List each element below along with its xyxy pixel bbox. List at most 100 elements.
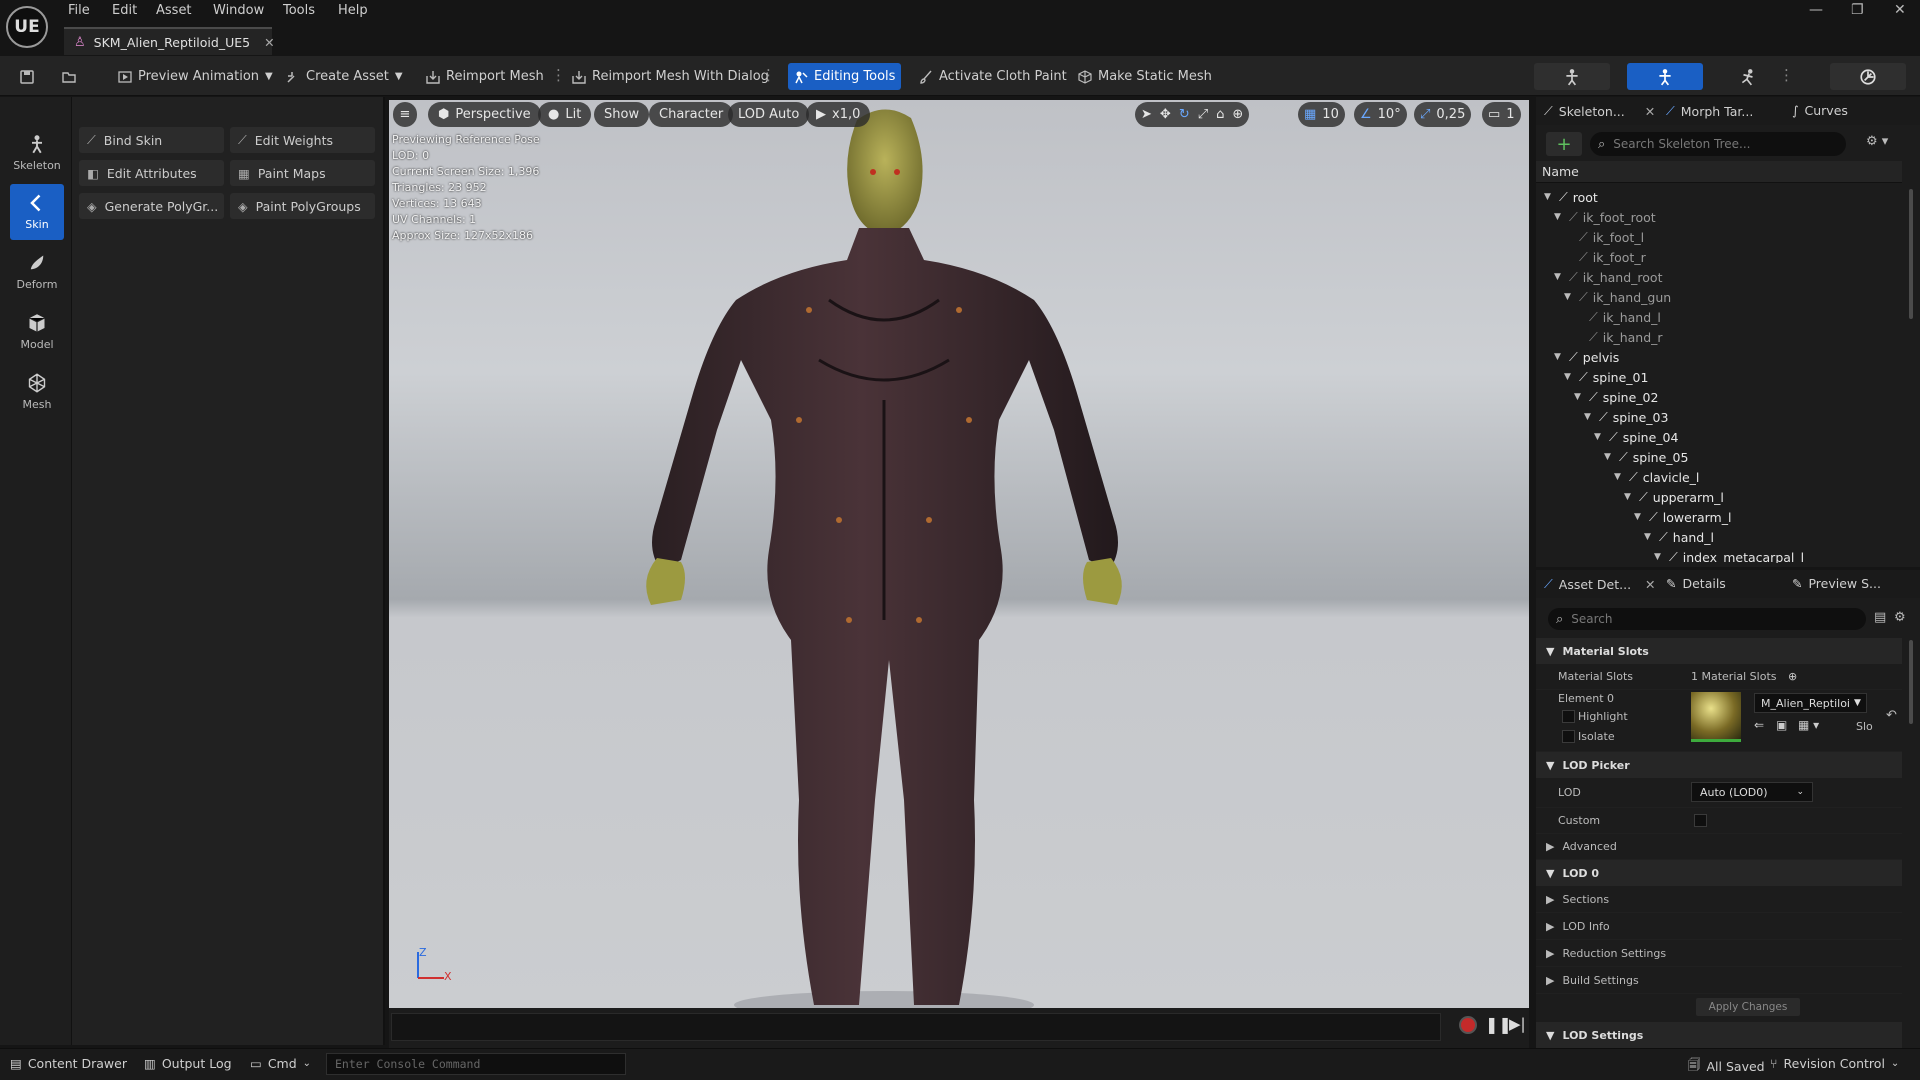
scale-icon[interactable]: ⤢: [1198, 107, 1208, 122]
tab-asset-details[interactable]: ⟋ Asset Det... ✕: [1544, 576, 1656, 592]
bone-row[interactable]: ▼ ⟋ ik_foot_root: [1536, 207, 1902, 227]
expand-arrow-icon[interactable]: ▼: [1564, 292, 1574, 302]
bone-row[interactable]: ▼ ⟋ ik_hand_root: [1536, 267, 1902, 287]
bone-row[interactable]: ⟋ ik_hand_l: [1536, 307, 1902, 327]
bone-row[interactable]: ⟋ ik_foot_l: [1536, 227, 1902, 247]
surface-snap-icon[interactable]: ⌂: [1216, 107, 1224, 122]
restore-icon[interactable]: ❐: [1851, 2, 1864, 18]
minimize-icon[interactable]: —: [1809, 2, 1823, 18]
scale-snap-button[interactable]: ⤢ 0,25: [1414, 102, 1472, 127]
close-tab-icon[interactable]: ✕: [1645, 104, 1655, 119]
table-view-icon[interactable]: ▤: [1874, 610, 1886, 625]
tab-preview-settings[interactable]: ✎ Preview S...: [1792, 576, 1881, 591]
animation-mode-button[interactable]: [1718, 63, 1778, 90]
isolate-checkbox[interactable]: [1562, 730, 1575, 743]
material-options-icon[interactable]: ▦ ▾: [1798, 718, 1819, 732]
reimport-options-icon[interactable]: ⋮: [551, 66, 566, 84]
bone-row[interactable]: ▼ ⟋ pelvis: [1536, 347, 1902, 367]
bind-skin-tool[interactable]: ⟋ Bind Skin: [79, 127, 224, 153]
expand-arrow-icon[interactable]: ▼: [1554, 352, 1564, 362]
browse-asset-icon[interactable]: ▣: [1776, 718, 1787, 732]
all-saved-button[interactable]: 🗐 All Saved: [1688, 1056, 1765, 1077]
section-lod-settings[interactable]: ▼ LOD Settings: [1536, 1022, 1902, 1048]
edit-attributes-tool[interactable]: ◧ Edit Attributes: [79, 160, 224, 186]
paint-polygroups-tool[interactable]: ◈ Paint PolyGroups: [230, 193, 375, 219]
menu-window[interactable]: Window: [213, 3, 264, 18]
highlight-checkbox[interactable]: [1562, 710, 1575, 723]
bone-row[interactable]: ⟋ ik_foot_r: [1536, 247, 1902, 267]
use-selected-icon[interactable]: ⇐: [1754, 718, 1764, 732]
lit-button[interactable]: ● Lit: [538, 102, 592, 127]
bone-row[interactable]: ▼ ⟋ spine_03: [1536, 407, 1902, 427]
tab-curves[interactable]: ∫ Curves: [1792, 103, 1848, 118]
paint-maps-tool[interactable]: ▦ Paint Maps: [230, 160, 375, 186]
section-material-slots[interactable]: ▼ Material Slots: [1536, 638, 1902, 664]
generate-polygroups-tool[interactable]: ◈ Generate PolyGr...: [79, 193, 224, 219]
expand-arrow-icon[interactable]: ▼: [1644, 532, 1654, 542]
add-slot-icon[interactable]: ⊕: [1788, 670, 1797, 683]
translate-icon[interactable]: ✥: [1160, 107, 1171, 122]
select-arrow-icon[interactable]: ➤: [1141, 107, 1152, 122]
settings-gear-icon[interactable]: ⚙: [1894, 610, 1906, 625]
expand-arrow-icon[interactable]: ▼: [1594, 432, 1604, 442]
tab-skeleton-tree[interactable]: ⟋ Skeleton... ✕: [1544, 103, 1655, 119]
close-tab-icon[interactable]: ✕: [264, 35, 274, 50]
bone-row[interactable]: ▼ ⟋ spine_04: [1536, 427, 1902, 447]
reimport-dialog-options-icon[interactable]: ⋮: [761, 66, 776, 84]
perspective-button[interactable]: ⬢ Perspective: [428, 102, 541, 127]
editing-tools-button[interactable]: Editing Tools: [788, 63, 902, 90]
make-static-mesh-button[interactable]: Make Static Mesh: [1072, 64, 1218, 89]
menu-file[interactable]: File: [68, 3, 90, 18]
timeline-track[interactable]: [391, 1013, 1441, 1041]
bone-row[interactable]: ⟋ ik_hand_r: [1536, 327, 1902, 347]
edit-weights-tool[interactable]: ⟋ Edit Weights: [230, 127, 375, 153]
tree-scrollbar[interactable]: [1902, 187, 1920, 563]
character-button[interactable]: Character: [649, 102, 734, 127]
settings-gear-icon[interactable]: ⚙ ▾: [1866, 134, 1888, 149]
playback-speed-button[interactable]: ▶ x1,0: [806, 102, 871, 127]
expand-arrow-icon[interactable]: ▼: [1554, 272, 1564, 282]
record-icon[interactable]: [1459, 1016, 1477, 1034]
step-forward-icon[interactable]: ▶|: [1509, 1015, 1526, 1033]
grid-snap-button[interactable]: ▦ 10: [1298, 102, 1345, 127]
reimport-with-dialog-button[interactable]: Reimport Mesh With Dialog: [566, 64, 775, 89]
expand-arrow-icon[interactable]: ▼: [1554, 212, 1564, 222]
row-advanced[interactable]: ▶ Advanced: [1536, 834, 1902, 860]
reset-arrow-icon[interactable]: ↶: [1886, 708, 1897, 723]
expand-arrow-icon[interactable]: ▼: [1544, 192, 1554, 202]
menu-help[interactable]: Help: [338, 3, 368, 18]
lod-button[interactable]: LOD Auto: [728, 102, 810, 127]
document-tab[interactable]: ♙ SKM_Alien_Reptiloid_UE5 ✕: [64, 27, 275, 55]
world-local-icon[interactable]: ⊕: [1232, 107, 1243, 122]
mode-mesh[interactable]: Mesh: [10, 364, 64, 420]
mode-model[interactable]: Model: [10, 304, 64, 360]
expand-arrow-icon[interactable]: ▼: [1654, 552, 1664, 562]
unreal-logo[interactable]: UE: [6, 6, 48, 48]
row-lod-info[interactable]: ▶ LOD Info: [1536, 913, 1902, 940]
mode-skeleton[interactable]: Skeleton: [10, 125, 64, 181]
menu-asset[interactable]: Asset: [156, 3, 192, 18]
bone-row[interactable]: ▼ ⟋ spine_02: [1536, 387, 1902, 407]
bone-row[interactable]: ▼ ⟋ root: [1536, 187, 1902, 207]
bone-row[interactable]: ▼ ⟋ index_metacarpal_l: [1536, 547, 1902, 563]
console-command-input[interactable]: Enter Console Command: [326, 1053, 626, 1075]
section-lod-0[interactable]: ▼ LOD 0: [1536, 860, 1902, 886]
browse-button[interactable]: [56, 64, 82, 89]
material-dropdown[interactable]: M_Alien_Reptiloi ▼: [1754, 693, 1867, 713]
bone-row[interactable]: ▼ ⟋ spine_05: [1536, 447, 1902, 467]
row-reduction-settings[interactable]: ▶ Reduction Settings: [1536, 940, 1902, 967]
bone-row[interactable]: ▼ ⟋ upperarm_l: [1536, 487, 1902, 507]
bone-row[interactable]: ▼ ⟋ hand_l: [1536, 527, 1902, 547]
viewport[interactable]: [389, 100, 1529, 1008]
column-header-name[interactable]: Name: [1536, 161, 1902, 183]
skeleton-mode-button[interactable]: [1534, 63, 1610, 90]
apply-changes-button[interactable]: Apply Changes: [1696, 998, 1800, 1016]
bone-row[interactable]: ▼ ⟋ clavicle_l: [1536, 467, 1902, 487]
lod-dropdown[interactable]: Auto (LOD0) ⌄: [1691, 782, 1813, 802]
expand-arrow-icon[interactable]: ▼: [1614, 472, 1624, 482]
skeleton-search-input[interactable]: ⌕ Search Skeleton Tree...: [1590, 132, 1846, 156]
rotate-icon[interactable]: ↻: [1179, 107, 1190, 122]
expand-arrow-icon[interactable]: ▼: [1634, 512, 1644, 522]
activate-cloth-paint-button[interactable]: Activate Cloth Paint: [913, 64, 1073, 89]
preview-animation-button[interactable]: Preview Animation ▼: [112, 64, 279, 89]
